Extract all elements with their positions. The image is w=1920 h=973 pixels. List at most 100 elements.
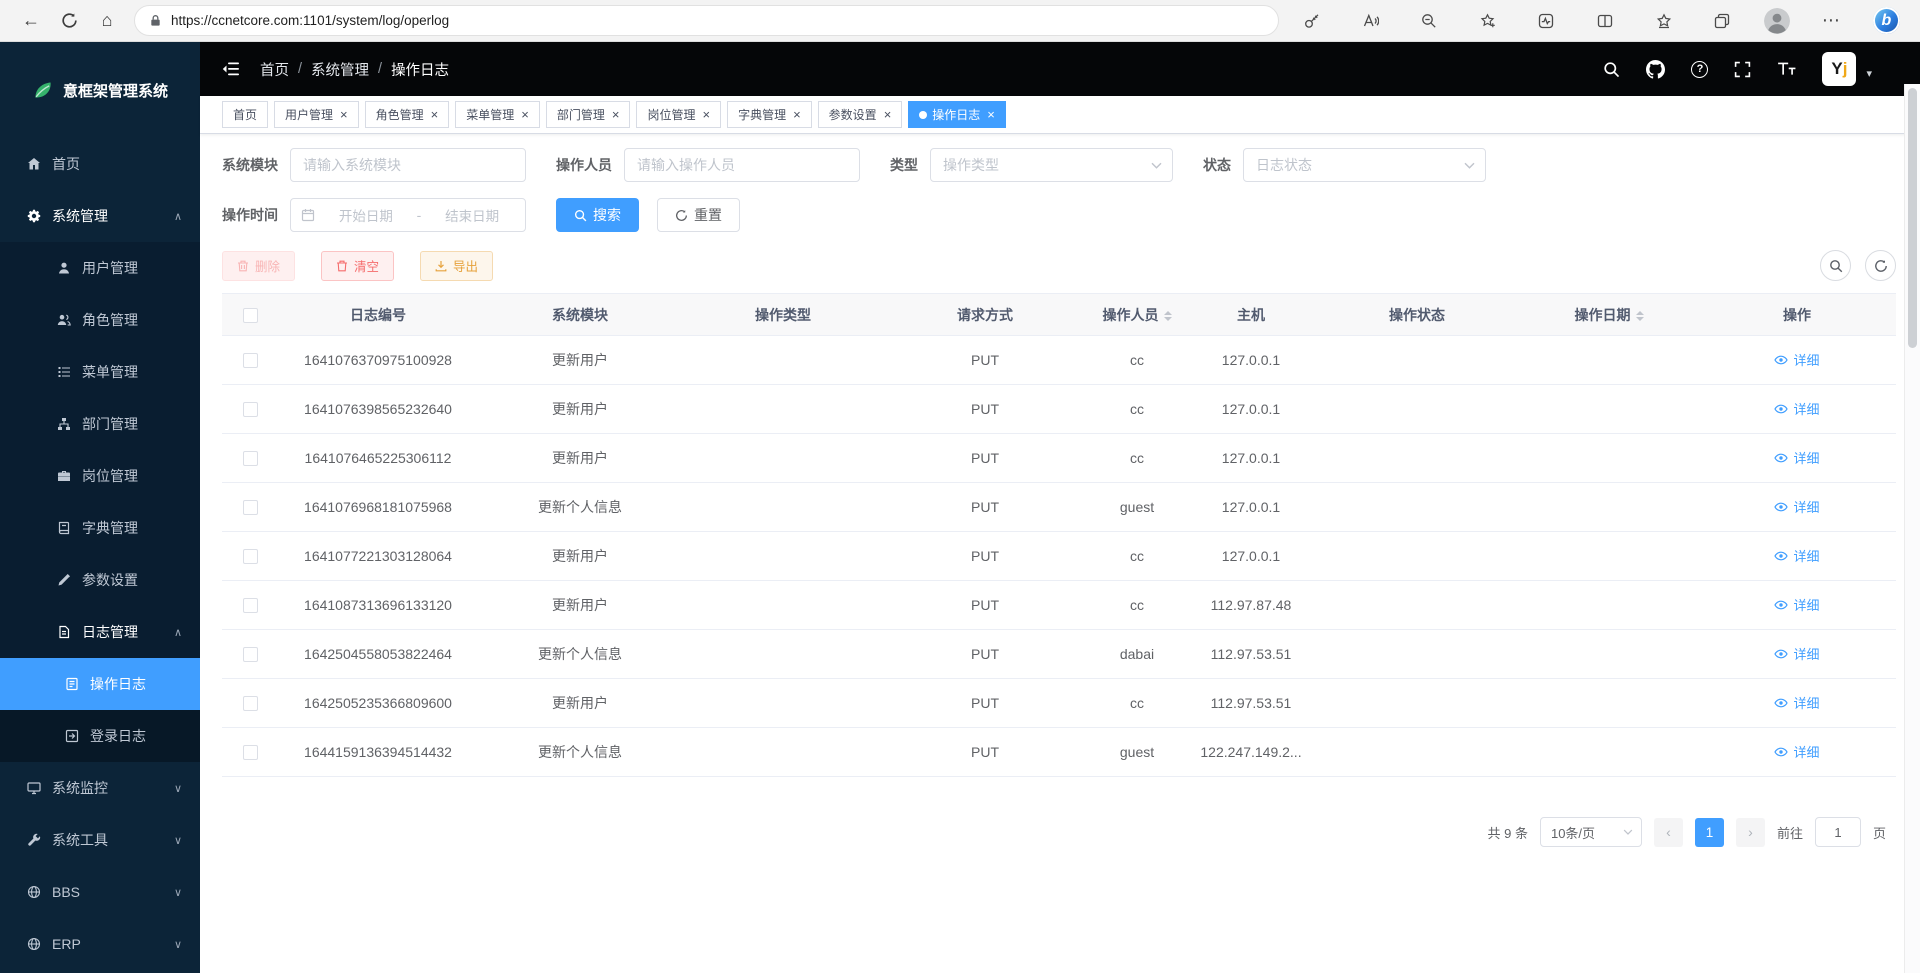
operator-input[interactable] [624,148,860,182]
row-checkbox[interactable] [243,745,258,760]
detail-link[interactable]: 详细 [1774,595,1819,614]
tab-param[interactable]: 参数设置× [818,101,903,128]
profile-avatar[interactable] [1764,8,1790,34]
address-bar[interactable]: https://ccnetcore.com:1101/system/log/op… [134,5,1279,36]
read-aloud-icon[interactable] [1354,5,1388,37]
detail-link[interactable]: 详细 [1774,497,1819,516]
detail-link[interactable]: 详细 [1774,448,1819,467]
sidebar-item-home[interactable]: 首页 [0,138,200,190]
row-checkbox[interactable] [243,402,258,417]
password-icon[interactable] [1295,5,1329,37]
detail-link[interactable]: 详细 [1774,546,1819,565]
add-favorite-icon[interactable] [1471,5,1505,37]
browser-essentials-icon[interactable] [1529,5,1563,37]
bing-icon[interactable]: b [1873,7,1900,34]
font-size-icon[interactable] [1777,61,1796,77]
tab-operlog[interactable]: 操作日志× [908,101,1006,128]
tab-menu[interactable]: 菜单管理× [455,101,540,128]
sort-icons[interactable] [1164,311,1172,322]
prev-page-button[interactable]: ‹ [1654,818,1683,847]
sidebar-item-bbs[interactable]: BBS ∨ [0,866,200,918]
split-screen-icon[interactable] [1588,5,1622,37]
date-range-picker[interactable]: 开始日期 - 结束日期 [290,198,526,232]
row-checkbox[interactable] [243,696,258,711]
user-avatar[interactable]: Yj [1822,52,1856,86]
module-input[interactable] [290,148,526,182]
back-icon[interactable]: ← [14,5,48,37]
sidebar-item-post[interactable]: 岗位管理 [0,450,200,502]
close-icon[interactable]: × [702,108,710,121]
sort-icons[interactable] [1636,311,1644,322]
tab-user[interactable]: 用户管理× [274,101,359,128]
more-menu-icon[interactable]: ⋯ [1814,5,1848,37]
row-checkbox[interactable] [243,647,258,662]
next-page-button[interactable]: › [1736,818,1765,847]
breadcrumb-home[interactable]: 首页 [260,59,289,80]
fullscreen-icon[interactable] [1734,61,1751,78]
detail-link[interactable]: 详细 [1774,350,1819,369]
tab-dict[interactable]: 字典管理× [727,101,812,128]
sidebar-item-log[interactable]: 日志管理 ∧ [0,606,200,658]
reset-button[interactable]: 重置 [657,198,740,232]
sidebar-item-monitor[interactable]: 系统监控 ∨ [0,762,200,814]
row-checkbox[interactable] [243,549,258,564]
goto-page-input[interactable] [1815,817,1861,847]
sidebar-item-menu[interactable]: 菜单管理 [0,346,200,398]
page-scrollbar[interactable] [1904,84,1920,973]
github-icon[interactable] [1646,60,1665,79]
sidebar-item-user[interactable]: 用户管理 [0,242,200,294]
select-all-checkbox[interactable] [243,308,258,323]
detail-link[interactable]: 详细 [1774,399,1819,418]
scrollbar-thumb[interactable] [1908,88,1917,348]
sidebar-toggle-icon[interactable] [222,61,240,77]
export-button[interactable]: 导出 [420,251,493,281]
sidebar-item-param[interactable]: 参数设置 [0,554,200,606]
toggle-search-button[interactable] [1820,250,1851,281]
caret-down-icon[interactable]: ▾ [1866,67,1872,86]
sidebar-item-erp[interactable]: ERP ∨ [0,918,200,970]
row-checkbox[interactable] [243,598,258,613]
sidebar-item-tool[interactable]: 系统工具 ∨ [0,814,200,866]
detail-link[interactable]: 详细 [1774,693,1819,712]
help-icon[interactable]: ? [1691,61,1708,78]
tab-role[interactable]: 角色管理× [365,101,450,128]
column-operator[interactable]: 操作人员 [1086,294,1188,336]
row-checkbox[interactable] [243,500,258,515]
zoom-out-icon[interactable] [1412,5,1446,37]
sidebar-item-role[interactable]: 角色管理 [0,294,200,346]
app-logo[interactable]: 意框架管理系统 [0,42,200,138]
current-page-button[interactable]: 1 [1695,818,1724,847]
sidebar-item-loginlog[interactable]: 登录日志 [0,710,200,762]
close-icon[interactable]: × [431,108,439,121]
tab-post[interactable]: 岗位管理× [636,101,721,128]
collections-icon[interactable] [1705,5,1739,37]
close-icon[interactable]: × [793,108,801,121]
sidebar-item-dict[interactable]: 字典管理 [0,502,200,554]
close-icon[interactable]: × [612,108,620,121]
refresh-icon[interactable] [52,5,86,37]
search-icon[interactable] [1603,61,1620,78]
select-all-cell[interactable] [222,294,278,336]
detail-link[interactable]: 详细 [1774,742,1819,761]
page-size-select[interactable]: 10条/页 [1540,817,1642,847]
tab-home[interactable]: 首页 [222,101,268,128]
sidebar-item-dept[interactable]: 部门管理 [0,398,200,450]
refresh-table-button[interactable] [1865,250,1896,281]
row-checkbox[interactable] [243,353,258,368]
close-icon[interactable]: × [340,108,348,121]
close-icon[interactable]: × [521,108,529,121]
sidebar-item-system[interactable]: 系统管理 ∧ [0,190,200,242]
type-select[interactable]: 操作类型 [930,148,1173,182]
favorites-icon[interactable] [1647,5,1681,37]
status-select[interactable]: 日志状态 [1243,148,1486,182]
home-icon[interactable]: ⌂ [90,5,124,37]
sidebar-item-operlog[interactable]: 操作日志 [0,658,200,710]
detail-link[interactable]: 详细 [1774,644,1819,663]
delete-button[interactable]: 删除 [222,251,295,281]
search-button[interactable]: 搜索 [556,198,639,232]
tab-dept[interactable]: 部门管理× [546,101,631,128]
breadcrumb-system[interactable]: 系统管理 [311,59,369,80]
close-icon[interactable]: × [987,108,995,121]
clear-button[interactable]: 清空 [321,251,394,281]
row-checkbox[interactable] [243,451,258,466]
